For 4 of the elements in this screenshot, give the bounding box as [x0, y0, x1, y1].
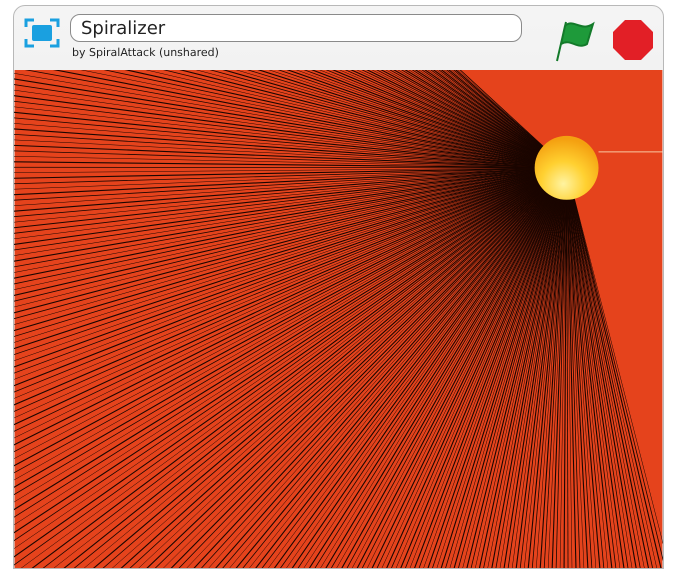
title-field[interactable]: Spiralizer [70, 14, 522, 42]
fullscreen-icon[interactable] [24, 18, 60, 48]
author-text: by SpiralAttack (unshared) [72, 45, 220, 61]
stop-icon[interactable] [613, 20, 653, 60]
